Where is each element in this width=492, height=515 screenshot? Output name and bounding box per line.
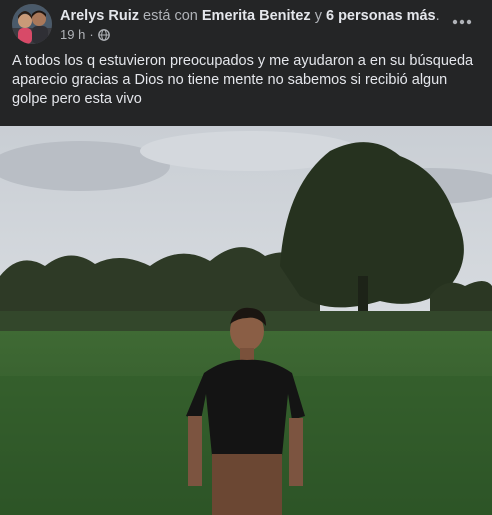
post-meta: 19 h ·: [60, 27, 110, 43]
avatar-image: [12, 4, 52, 44]
author-line: Arelys Ruiz está con Emerita Benitez y 6…: [60, 7, 440, 25]
feed-post: Arelys Ruiz está con Emerita Benitez y 6…: [0, 0, 492, 515]
timestamp[interactable]: 19 h: [60, 27, 85, 43]
more-options-button[interactable]: [450, 10, 474, 34]
author-avatar[interactable]: [12, 4, 52, 44]
others-link[interactable]: 6 personas más: [326, 8, 436, 24]
post-header: Arelys Ruiz está con Emerita Benitez y 6…: [0, 0, 492, 52]
author-name[interactable]: Arelys Ruiz: [60, 8, 139, 24]
tagged-name[interactable]: Emerita Benitez: [202, 8, 311, 24]
meta-separator: ·: [89, 27, 94, 42]
and-text: y: [314, 8, 322, 24]
globe-icon[interactable]: [97, 29, 110, 41]
post-photo[interactable]: [0, 126, 492, 515]
with-text: está con: [143, 8, 198, 24]
photo-image: [0, 126, 492, 515]
post-text: A todos los q estuvieron preocupados y m…: [12, 53, 474, 107]
more-horizontal-icon: [452, 19, 472, 25]
period: .: [435, 8, 440, 24]
